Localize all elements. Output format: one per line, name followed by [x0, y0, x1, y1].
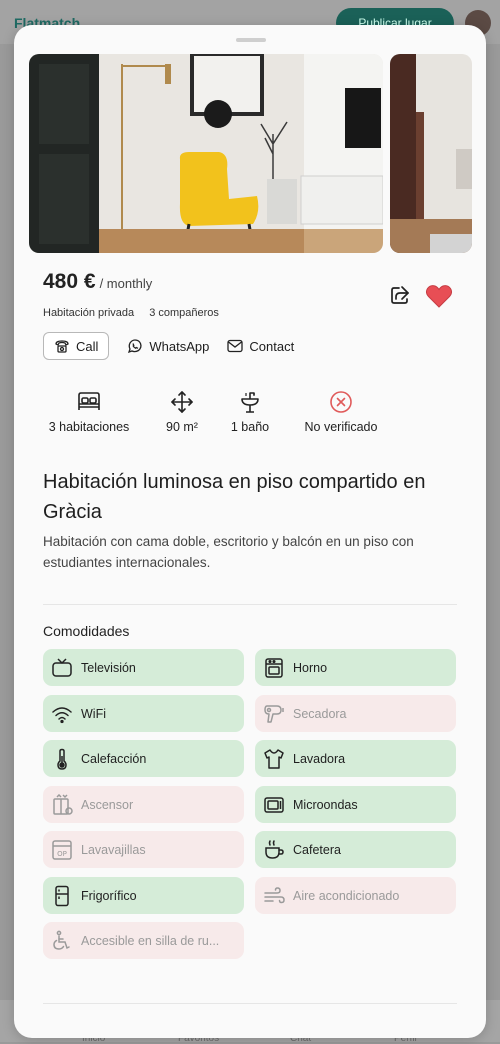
contact-label: Contact [249, 338, 295, 354]
listing-description: Habitación con cama doble, escritorio y … [43, 534, 414, 570]
amenity-label: Accesible en silla de ru... [81, 933, 220, 948]
bed-icon [78, 392, 100, 410]
share-icon[interactable] [388, 283, 412, 307]
feature-baths: 1 baño [225, 390, 275, 434]
wheelchair-icon [51, 930, 73, 952]
amenity-label: WiFi [81, 706, 106, 721]
amenity-label: Frigorífico [81, 888, 137, 903]
move-arrows-icon [171, 391, 193, 413]
amenity-label: Horno [293, 660, 328, 675]
amenity-air-conditioning: Aire acondicionado [255, 877, 456, 914]
contact-actions: Call WhatsApp Contact [43, 331, 294, 361]
feature-rooms: 3 habitaciones [43, 390, 135, 434]
contact-button[interactable]: Contact [227, 339, 294, 354]
amenity-label: Ascensor [81, 797, 134, 812]
coffee-icon [263, 839, 285, 861]
price: 480 € / monthly [43, 270, 152, 294]
roommates-count: 3 compañeros [149, 307, 219, 319]
shirt-icon [263, 748, 285, 770]
phone-icon [55, 340, 69, 353]
amenity-microwave: Microondas [255, 786, 456, 823]
amenity-label: Secadora [293, 706, 347, 721]
tv-icon [51, 657, 73, 679]
amenity-elevator: Ascensor [43, 786, 244, 823]
fridge-icon [51, 885, 73, 907]
amenity-washer: Lavadora [255, 740, 456, 777]
amenity-label: Lavavajillas [81, 842, 146, 857]
call-button[interactable]: Call [43, 332, 110, 360]
whatsapp-label: WhatsApp [149, 338, 210, 354]
amenity-oven: Horno [255, 649, 456, 686]
listing-photo-main[interactable] [29, 54, 383, 253]
elevator-icon [51, 793, 73, 816]
feature-verified-label: No verificado [304, 420, 378, 434]
amenity-wifi: WiFi [43, 695, 244, 732]
sink-icon [241, 392, 259, 413]
amenity-label: Calefacción [81, 751, 147, 766]
amenity-dishwasher: OP Lavavajillas [43, 831, 244, 868]
svg-text:OP: OP [57, 850, 67, 858]
amenity-wheelchair: Accesible en silla de ru... [43, 922, 244, 959]
feature-verified: No verificado [293, 390, 389, 434]
mail-icon [227, 339, 244, 353]
feature-area: 90 m² [157, 390, 207, 434]
amenity-coffee: Cafetera [255, 831, 456, 868]
amenity-television: Televisión [43, 649, 244, 686]
feature-area-label: 90 m² [166, 420, 198, 434]
microwave-icon [263, 794, 285, 816]
amenities-title: Comodidades [43, 623, 130, 639]
listing-features: 3 habitaciones 90 m² 1 baño No verificad… [35, 390, 465, 440]
price-unit: / monthly [99, 276, 153, 291]
amenity-label: Cafetera [293, 842, 341, 857]
price-amount: 480 € [43, 270, 96, 293]
drag-handle[interactable] [236, 38, 266, 42]
amenity-heating: Calefacción [43, 740, 244, 777]
listing-meta: Habitación privada 3 compañeros [43, 307, 219, 319]
oven-icon [263, 657, 285, 679]
wifi-icon [51, 703, 73, 725]
amenity-label: Televisión [81, 660, 136, 675]
amenity-dryer: Secadora [255, 695, 456, 732]
listing-photo-second[interactable] [390, 54, 472, 253]
whatsapp-icon [128, 339, 142, 354]
dishwasher-icon: OP [51, 839, 73, 861]
wind-icon [263, 885, 285, 907]
heart-icon[interactable] [425, 283, 453, 309]
whatsapp-button[interactable]: WhatsApp [127, 338, 209, 354]
feature-baths-label: 1 baño [230, 420, 270, 434]
feature-rooms-label: 3 habitaciones [48, 420, 130, 434]
listing-title: Habitación luminosa en piso compartido e… [43, 471, 426, 523]
amenity-label: Lavadora [293, 751, 346, 766]
amenity-label: Aire acondicionado [293, 888, 400, 903]
room-type: Habitación privada [43, 307, 135, 319]
call-label: Call [76, 338, 99, 354]
amenity-fridge: Frigorífico [43, 877, 244, 914]
divider-bottom [43, 1003, 457, 1004]
hairdryer-icon [263, 703, 285, 725]
divider [43, 604, 457, 605]
amenity-label: Microondas [293, 797, 358, 812]
not-verified-icon [330, 391, 352, 413]
listing-detail-sheet: 480 € / monthly Habitación privada 3 comp… [14, 25, 486, 1038]
thermometer-icon [51, 748, 73, 770]
